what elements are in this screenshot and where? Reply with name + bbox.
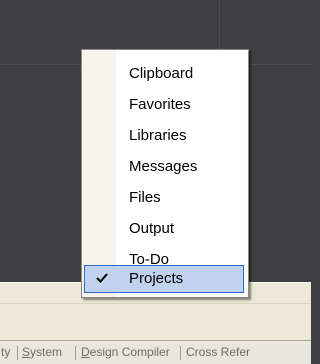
tab-design-compiler-hotkey: D [81,345,90,359]
panel-tab-strip: ty System Design Compiler Cross Refer [0,340,311,364]
menu-item-label: Messages [129,158,198,175]
menu-item-messages[interactable]: Messages [82,153,248,181]
tab-system[interactable]: System [22,345,62,360]
menu-item-label: Clipboard [129,65,194,82]
tab-separator [75,346,76,360]
menu-item-projects[interactable]: Projects [84,265,244,293]
menu-item-label: Files [129,189,161,206]
menu-item-label: Favorites [129,96,191,113]
tab-system-label: ystem [30,345,63,359]
panel-area [0,303,311,340]
tab-system-hotkey: S [22,345,31,359]
checkmark-icon [96,273,108,283]
menu-item-label: Libraries [129,127,187,144]
tab-design-compiler-label: esign Compiler [89,345,170,359]
panels-context-menu: Clipboard Favorites Libraries Messages F… [81,49,249,298]
menu-item-output[interactable]: Output [82,215,248,243]
menu-item-files[interactable]: Files [82,184,248,212]
tab-cross-references[interactable]: Cross Refer [186,345,250,360]
menu-item-label: Projects [129,270,184,287]
tab-separator [180,346,181,360]
tab-partial-left[interactable]: ty [1,345,10,360]
menu-item-label: Output [129,220,175,237]
tab-separator [17,346,18,360]
menu-item-favorites[interactable]: Favorites [82,91,248,119]
tab-design-compiler[interactable]: Design Compiler [81,345,170,360]
menu-item-libraries[interactable]: Libraries [82,122,248,150]
menu-item-clipboard[interactable]: Clipboard [82,60,248,88]
